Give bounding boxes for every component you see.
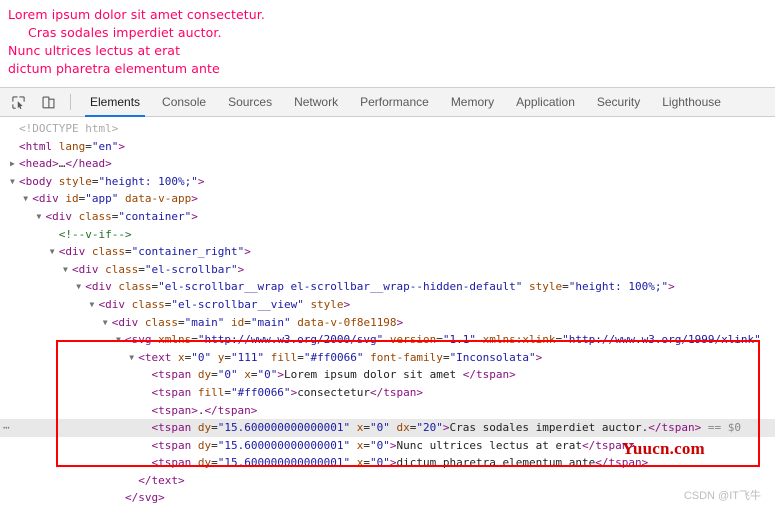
dom-node[interactable]: ▪<html lang="en"> [0,138,775,156]
dom-node[interactable]: ▼ <div class="el-scrollbar__wrap el-scrol… [0,278,775,296]
dom-node-markup: <!--v-if--> [58,227,132,241]
dom-node-selected[interactable]: ⋯ ▪<tspan dy="15.600000000000001" x="0" … [0,419,775,437]
devtools-toolbar: Elements Console Sources Network Performance… [0,88,775,117]
dom-node[interactable]: ▼ <body style="height: 100%;"> [0,173,775,191]
tab-memory[interactable]: Memory [440,88,505,117]
tab-sources[interactable]: Sources [217,88,283,117]
tab-network[interactable]: Network [283,88,349,117]
dom-node[interactable]: ▼ <div class="el-scrollbar__view" style> [0,296,775,314]
dom-node[interactable]: ▼ <div class="main" id="main" data-v-0f8e… [0,314,775,332]
tab-application[interactable]: Application [505,88,586,117]
tab-lighthouse[interactable]: Lighthouse [651,88,732,117]
preview-line: Nunc ultrices lectus at erat [8,43,181,58]
dom-node[interactable]: ▶ <head>…</head> [0,155,775,173]
chevron-down-icon[interactable]: ▼ [23,190,32,208]
overflow-dots-icon: ⋯ [3,421,10,435]
page-preview: Lorem ipsum dolor sit amet consectetur. C… [0,0,775,88]
dom-node-markup: <!DOCTYPE html> [19,122,119,135]
no-arrow-spacer: ▪ [50,226,59,244]
chevron-down-icon[interactable]: ▼ [129,349,138,367]
csdn-watermark: CSDN @IT飞牛 [683,490,761,502]
dom-node-markup: <tspan dy="15.600000000000001" x="0" dx=… [151,421,741,435]
preview-line: Cras sodales imperdiet auctor. [28,25,222,40]
dom-node-markup: <div id="app" data-v-app> [32,192,198,206]
no-arrow-spacer: ▪ [10,120,19,138]
dom-node[interactable]: ▼ <div class="el-scrollbar"> [0,261,775,279]
dom-node[interactable]: ▪<tspan dy="0" x="0">Lorem ipsum dolor s… [0,366,775,384]
dom-node-markup: <tspan dy="15.600000000000001" x="0">dic… [151,456,649,470]
chevron-down-icon[interactable]: ▼ [116,331,125,349]
dom-node[interactable]: ▪<!--v-if--> [0,226,775,244]
chevron-down-icon[interactable]: ▼ [10,173,19,191]
chevron-down-icon[interactable]: ▼ [37,208,46,226]
dom-node-markup: <tspan fill="#ff0066">consectetur</tspan… [151,385,424,399]
dom-node-markup: <svg xmlns="http://www.w3.org/2000/svg" … [124,333,761,347]
dom-node[interactable]: ▼ <div class="container_right"> [0,243,775,261]
dom-node-markup: <tspan dy="0" x="0">Lorem ipsum dolor si… [151,368,516,382]
inspect-element-icon[interactable] [6,90,30,114]
dom-node[interactable]: ▪</svg> [0,489,775,507]
chevron-down-icon[interactable]: ▼ [63,261,72,279]
device-toolbar-icon[interactable] [36,90,60,114]
tab-security[interactable]: Security [586,88,651,117]
preview-line: dictum pharetra elementum ante [8,61,220,76]
dom-node-markup: <html lang="en"> [19,139,125,153]
dom-node-markup: <tspan dy="15.600000000000001" x="0">Nun… [151,438,635,452]
dom-node[interactable]: ▼ <div id="app" data-v-app> [0,190,775,208]
preview-line: Lorem ipsum dolor sit amet consectetur. [8,7,265,22]
dom-node-markup: <div class="el-scrollbar__view" style> [98,297,351,311]
no-arrow-spacer: ▪ [116,489,125,507]
tab-console[interactable]: Console [151,88,217,117]
dom-node-markup: <tspan>.</tspan> [151,403,258,417]
yuucn-watermark: Yuucn.com [622,439,705,458]
dom-node-markup: <div class="el-scrollbar__wrap el-scroll… [85,280,675,294]
chevron-down-icon[interactable]: ▼ [76,278,85,296]
chevron-down-icon[interactable]: ▼ [103,314,112,332]
no-arrow-spacer: ▪ [129,472,138,490]
toolbar-separator [70,94,71,110]
dom-node-markup: </svg> [124,491,165,505]
dom-node-markup: <text x="0" y="111" fill="#ff0066" font-… [138,350,543,364]
dom-node-markup: <div class="container"> [45,209,198,223]
dom-node-markup: <div class="container_right"> [58,245,251,259]
dom-node-markup: </text> [138,473,185,487]
dom-node[interactable]: ▪<tspan fill="#ff0066">consectetur</tspa… [0,384,775,402]
dom-node-markup: <div class="main" id="main" data-v-0f8e1… [111,315,404,329]
dom-node[interactable]: ▪</text> [0,472,775,490]
dom-node[interactable]: ▼ <text x="0" y="111" fill="#ff0066" font… [0,349,775,367]
tab-performance[interactable]: Performance [349,88,440,117]
dom-node[interactable]: ▼ <svg xmlns="http://www.w3.org/2000/svg"… [0,331,775,349]
dom-node[interactable]: ▼ <div class="container"> [0,208,775,226]
dom-node-markup: <div class="el-scrollbar"> [71,262,245,276]
devtools-tab-bar: Elements Console Sources Network Performance… [79,88,732,117]
chevron-right-icon[interactable]: ▶ [10,155,19,173]
dom-node[interactable]: ▪<tspan>.</tspan> [0,402,775,420]
dom-node[interactable]: ▪<!DOCTYPE html> [0,120,775,138]
no-arrow-spacer: ▪ [10,138,19,156]
dom-node-markup: <head>…</head> [19,157,112,171]
chevron-down-icon[interactable]: ▼ [50,243,59,261]
tab-elements[interactable]: Elements [79,88,151,117]
dom-node-markup: <body style="height: 100%;"> [19,174,205,188]
